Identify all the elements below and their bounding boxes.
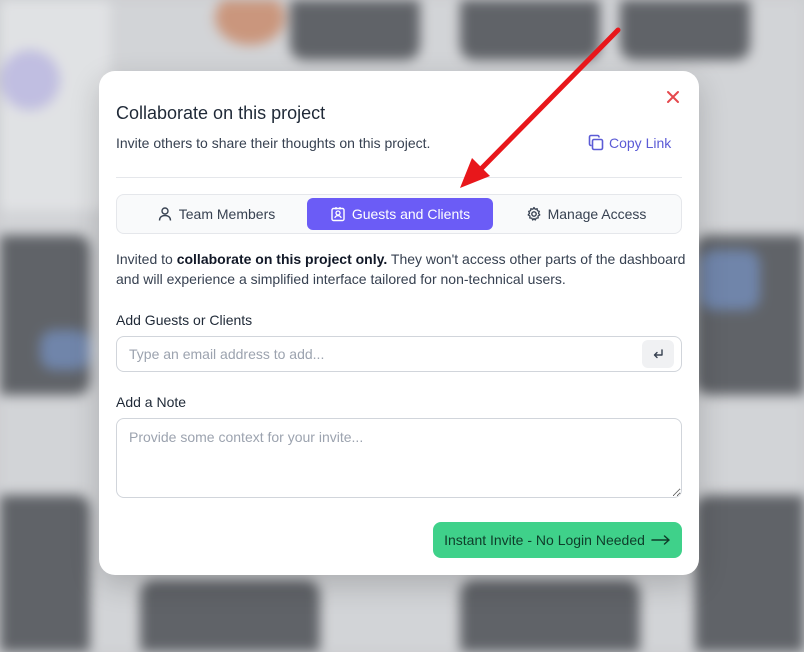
description-emphasis: collaborate on this project only. <box>176 251 388 267</box>
note-label: Add a Note <box>116 394 187 410</box>
note-textarea[interactable] <box>116 418 682 498</box>
guests-label: Add Guests or Clients <box>116 312 253 328</box>
tab-manage-access[interactable]: Manage Access <box>493 198 679 230</box>
user-icon <box>158 207 171 221</box>
tab-description: Invited to collaborate on this project o… <box>116 249 686 289</box>
copy-icon <box>588 134 604 151</box>
modal-title: Collaborate on this project <box>116 103 326 123</box>
divider <box>116 177 682 178</box>
tab-team-members[interactable]: Team Members <box>121 198 311 230</box>
guest-email-input[interactable] <box>116 336 682 372</box>
description-prefix: Invited to <box>116 251 177 267</box>
modal-subtitle: Invite others to share their thoughts on… <box>116 135 431 151</box>
invite-button-label: Instant Invite - No Login Needed <box>444 532 645 548</box>
close-icon <box>667 91 679 103</box>
tab-bar: Team Members Guests and Clients Manage A… <box>116 194 682 234</box>
contact-badge-icon <box>331 207 345 222</box>
add-email-button[interactable] <box>642 340 674 368</box>
copy-link-label: Copy Link <box>609 135 672 151</box>
instant-invite-button[interactable]: Instant Invite - No Login Needed <box>433 522 682 558</box>
close-button[interactable] <box>663 87 683 107</box>
arrow-right-icon <box>651 535 670 545</box>
tab-label: Manage Access <box>547 206 647 222</box>
tab-label: Guests and Clients <box>351 206 471 222</box>
enter-key-icon <box>653 349 663 359</box>
gear-icon <box>527 206 541 221</box>
tab-guests-and-clients[interactable]: Guests and Clients <box>307 198 493 230</box>
copy-link-button[interactable]: Copy Link <box>587 134 671 152</box>
tab-label: Team Members <box>178 206 276 222</box>
collaborate-modal: Collaborate on this project Invite other… <box>99 71 699 575</box>
